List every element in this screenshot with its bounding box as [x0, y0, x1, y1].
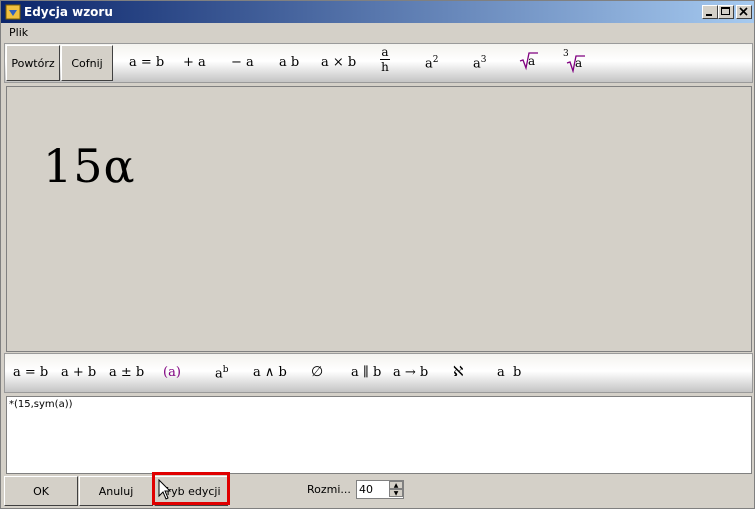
formula-canvas[interactable]: 15α — [6, 86, 752, 352]
power-base: a — [215, 366, 223, 382]
window-title: Edycja wzoru — [24, 5, 113, 19]
bottom-symbol-toolbar: a = b a + b a ± b (a) ab a ∧ b ∅ a ∥ b a… — [4, 353, 753, 393]
title-bar: Edycja wzoru — [1, 1, 754, 23]
sym-parens[interactable]: (a) — [163, 365, 181, 380]
formula-display: 15α — [43, 139, 136, 193]
sym-fraction[interactable]: a h — [380, 45, 390, 74]
formula-editor-window: Edycja wzoru Plik Powtórz Cofnij a = b +… — [0, 0, 755, 509]
sym-aleph[interactable]: ℵ — [453, 364, 463, 380]
square-base: a — [425, 56, 433, 72]
cube-exponent: 3 — [480, 55, 487, 65]
cancel-button[interactable]: Anuluj — [79, 476, 153, 506]
ok-button[interactable]: OK — [4, 476, 78, 506]
sqrt-argument: a — [528, 54, 536, 68]
menu-bar: Plik — [1, 24, 754, 40]
sym-square[interactable]: a2 — [425, 55, 439, 71]
maximize-button[interactable] — [718, 5, 734, 19]
undo-button[interactable]: Cofnij — [61, 45, 113, 81]
close-icon — [739, 7, 748, 16]
minimize-icon — [706, 14, 712, 16]
sym-emptyset[interactable]: ∅ — [311, 364, 323, 380]
sym-juxtapose[interactable]: a b — [279, 55, 299, 70]
mouse-cursor-icon — [158, 479, 172, 500]
cube-base: a — [473, 56, 481, 72]
sym-power[interactable]: ab — [215, 365, 229, 381]
size-value: 40 — [359, 483, 373, 496]
minimize-button[interactable] — [702, 5, 718, 19]
power-exponent: b — [222, 365, 229, 375]
sym-equals[interactable]: a = b — [129, 55, 164, 70]
cuberoot-argument: a — [575, 56, 583, 70]
square-exponent: 2 — [432, 55, 439, 65]
redo-button[interactable]: Powtórz — [6, 45, 60, 81]
sym-plus[interactable]: + a — [183, 55, 206, 70]
sym-space[interactable]: a b — [497, 365, 521, 380]
spin-up-icon[interactable]: ▲ — [389, 481, 403, 489]
sym-arrow[interactable]: a → b — [393, 365, 428, 380]
sym-times[interactable]: a × b — [321, 55, 356, 70]
size-spinbox[interactable]: 40 ▲ ▼ — [356, 480, 404, 499]
app-icon — [5, 4, 21, 20]
sym-plus-2[interactable]: a + b — [61, 365, 96, 380]
sym-plusminus[interactable]: a ± b — [109, 365, 144, 380]
fraction-numerator: a — [381, 45, 389, 59]
sym-parallel[interactable]: a ∥ b — [351, 365, 381, 380]
sym-wedge[interactable]: a ∧ b — [253, 365, 287, 380]
size-label: Rozmi... — [307, 483, 351, 496]
expression-editor[interactable]: *(15,sym(a)) — [6, 396, 752, 474]
fraction-denominator: h — [380, 59, 390, 74]
sym-equals-2[interactable]: a = b — [13, 365, 48, 380]
sym-cube[interactable]: a3 — [473, 55, 487, 71]
sym-minus[interactable]: − a — [231, 55, 254, 70]
top-symbol-toolbar: Powtórz Cofnij a = b + a − a a b a × b a… — [4, 43, 753, 83]
close-button[interactable] — [736, 5, 752, 19]
menu-file[interactable]: Plik — [9, 26, 28, 39]
maximize-icon — [721, 7, 730, 15]
spin-down-icon[interactable]: ▼ — [389, 489, 403, 497]
